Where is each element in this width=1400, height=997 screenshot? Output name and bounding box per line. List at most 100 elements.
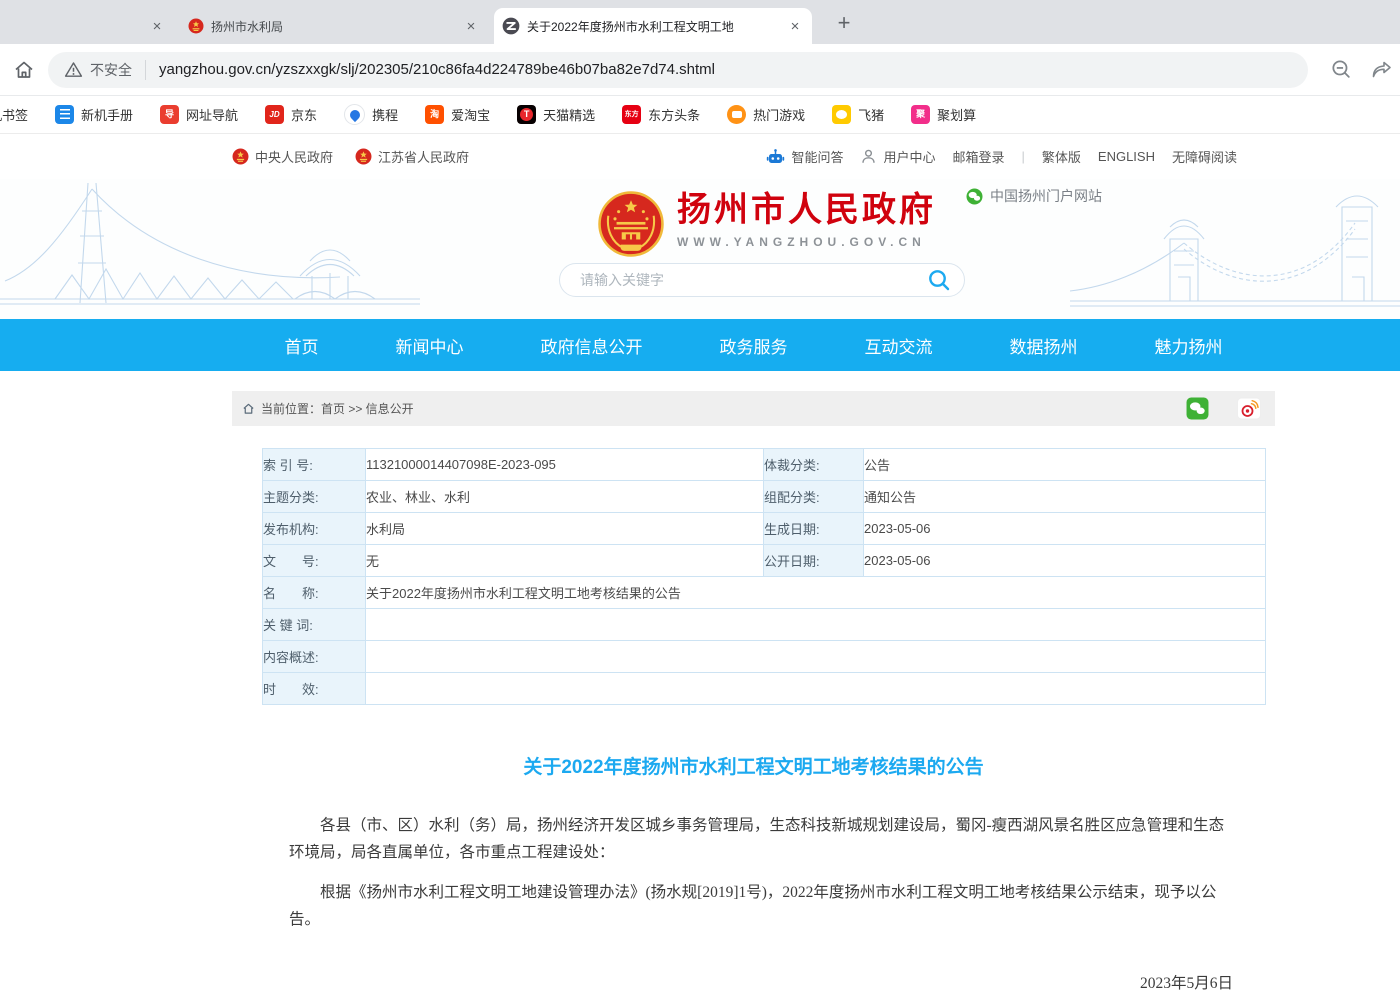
table-row: 主题分类: 农业、林业、水利 组配分类: 通知公告 <box>263 481 1266 513</box>
national-emblem-logo <box>598 191 664 257</box>
address-bar-actions <box>1330 58 1394 81</box>
bookmark-dongfang[interactable]: 东方东方头条 <box>622 105 700 124</box>
page-content: 当前位置：首页 >> 信息公开 索 引 号: 11321000014407098… <box>232 391 1275 997</box>
weibo-share-icon[interactable] <box>1237 397 1261 420</box>
url-text[interactable]: yangzhou.gov.cn/yzszxxgk/slj/202305/210c… <box>159 61 715 78</box>
gov-links-left: 中央人民政府 江苏省人民政府 <box>232 147 469 166</box>
site-url: WWW.YANGZHOU.GOV.CN <box>677 235 936 249</box>
link-traditional[interactable]: 繁体版 <box>1042 147 1081 166</box>
nav-home[interactable]: 首页 <box>285 333 319 358</box>
nav-interaction[interactable]: 互动交流 <box>865 333 933 358</box>
link-mail-login[interactable]: 邮箱登录 <box>952 147 1004 166</box>
meta-value: 11321000014407098E-2023-095 <box>366 449 764 481</box>
dongfang-icon: 东方 <box>622 105 641 124</box>
security-label: 不安全 <box>90 60 132 80</box>
zoom-out-icon[interactable] <box>1330 58 1353 81</box>
bookmark-label: 天猫精选 <box>543 105 595 124</box>
link-central-gov[interactable]: 中央人民政府 <box>232 147 333 166</box>
bookmark-label: 网址导航 <box>186 105 238 124</box>
site-name: 扬州市人民政府 <box>677 191 936 230</box>
ctrip-icon <box>344 104 365 125</box>
meta-value: 2023-05-06 <box>864 545 1266 577</box>
tab-close-icon[interactable]: × <box>148 18 166 35</box>
tab-close-icon[interactable]: × <box>462 18 480 35</box>
nav-data-yangzhou[interactable]: 数据扬州 <box>1010 333 1078 358</box>
tab-1[interactable]: × <box>24 8 172 44</box>
link-smart-qa[interactable]: 智能问答 <box>766 147 843 166</box>
omnibox[interactable]: 不安全 yangzhou.gov.cn/yzszxxgk/slj/202305/… <box>48 52 1308 88</box>
bookmark-jd[interactable]: JD京东 <box>265 105 317 124</box>
bookmark-manual[interactable]: 新机手册 <box>55 105 133 124</box>
nav-news[interactable]: 新闻中心 <box>396 333 464 358</box>
meta-label: 发布机构: <box>263 513 366 545</box>
banner-art-right <box>1070 181 1400 319</box>
portal-label[interactable]: 中国扬州门户网站 <box>966 186 1102 206</box>
not-secure-warning-icon[interactable] <box>64 60 83 79</box>
meta-label: 名 称: <box>263 577 366 609</box>
search-box[interactable] <box>559 263 965 297</box>
bookmark-tmall[interactable]: T天猫精选 <box>517 105 595 124</box>
nav-info-disclosure[interactable]: 政府信息公开 <box>541 333 643 358</box>
bookmark-label: 爱淘宝 <box>451 105 490 124</box>
bookmark-phone-marks[interactable]: 机书签 <box>0 105 28 124</box>
banner-art-left <box>0 181 420 319</box>
meta-label: 内容概述: <box>263 641 366 673</box>
table-row: 名 称: 关于2022年度扬州市水利工程文明工地考核结果的公告 <box>263 577 1266 609</box>
bookmark-ctrip[interactable]: 携程 <box>344 104 398 125</box>
tab-3-active[interactable]: 关于2022年度扬州市水利工程文明工地 × <box>494 8 812 44</box>
meta-label: 主题分类: <box>263 481 366 513</box>
link-accessibility[interactable]: 无障碍阅读 <box>1172 147 1237 166</box>
gov-links-right: 智能问答 用户中心 邮箱登录 | 繁体版 ENGLISH 无障碍阅读 <box>766 147 1237 166</box>
browser-window: × 扬州市水利局 × 关于2022年度扬州市水利工程文明工地 × + 不安全 <box>0 0 1400 997</box>
site-logo[interactable]: 扬州市人民政府 WWW.YANGZHOU.GOV.CN <box>598 191 936 257</box>
meta-label: 时 效: <box>263 673 366 705</box>
bookmark-taobao[interactable]: 淘爱淘宝 <box>425 105 490 124</box>
browser-logo-favicon <box>502 17 520 35</box>
bookmark-label: 飞猪 <box>858 105 884 124</box>
search-icon[interactable] <box>928 269 951 292</box>
meta-value: 2023-05-06 <box>864 513 1266 545</box>
table-row: 关 键 词: <box>263 609 1266 641</box>
nav-items: 首页 新闻中心 政府信息公开 政务服务 互动交流 数据扬州 魅力扬州 <box>232 319 1275 371</box>
bookmark-juhuasuan[interactable]: 聚聚划算 <box>911 105 976 124</box>
breadcrumb-home-icon <box>242 402 255 415</box>
meta-value <box>366 609 1266 641</box>
juhuasuan-icon: 聚 <box>911 105 930 124</box>
bookmark-url-nav[interactable]: 导网址导航 <box>160 105 238 124</box>
nav-services[interactable]: 政务服务 <box>720 333 788 358</box>
bookmark-fliggy[interactable]: 飞猪 <box>832 105 884 124</box>
meta-label: 组配分类: <box>764 481 864 513</box>
topbar-divider: | <box>1022 149 1025 164</box>
tab-title: 关于2022年度扬州市水利工程文明工地 <box>527 18 779 35</box>
wechat-icon <box>966 188 983 205</box>
article-paragraph: 根据《扬州市水利工程文明工地建设管理办法》(扬水规[2019]1号)，2022年… <box>289 880 1231 933</box>
meta-label: 公开日期: <box>764 545 864 577</box>
bookmark-label: 热门游戏 <box>753 105 805 124</box>
new-tab-button[interactable]: + <box>830 9 858 37</box>
tab-close-icon[interactable]: × <box>786 18 804 35</box>
bookmark-label: 京东 <box>291 105 317 124</box>
share-icons <box>1186 397 1261 420</box>
link-label: 智能问答 <box>791 147 843 166</box>
link-jiangsu-gov[interactable]: 江苏省人民政府 <box>355 147 469 166</box>
link-user-center[interactable]: 用户中心 <box>860 147 935 166</box>
bookmark-games[interactable]: 热门游戏 <box>727 105 805 124</box>
meta-label: 生成日期: <box>764 513 864 545</box>
link-english[interactable]: ENGLISH <box>1098 149 1155 164</box>
table-row: 文 号: 无 公开日期: 2023-05-06 <box>263 545 1266 577</box>
meta-value <box>366 641 1266 673</box>
bookmark-label: 聚划算 <box>937 105 976 124</box>
search-input[interactable] <box>578 271 928 289</box>
meta-label: 体裁分类: <box>764 449 864 481</box>
meta-label: 索 引 号: <box>263 449 366 481</box>
tab-2[interactable]: 扬州市水利局 × <box>180 8 488 44</box>
link-label: 用户中心 <box>883 147 935 166</box>
taobao-icon: 淘 <box>425 105 444 124</box>
nav-charm-yangzhou[interactable]: 魅力扬州 <box>1155 333 1223 358</box>
robot-icon <box>766 148 785 166</box>
breadcrumb: 当前位置：首页 >> 信息公开 <box>232 391 1275 426</box>
share-icon[interactable] <box>1369 59 1394 81</box>
wechat-share-icon[interactable] <box>1186 397 1209 420</box>
gov-top-bar: 中央人民政府 江苏省人民政府 智能问答 用户中心 邮箱登录 | 繁体版 ENGL… <box>0 134 1400 179</box>
home-icon[interactable] <box>12 58 36 82</box>
